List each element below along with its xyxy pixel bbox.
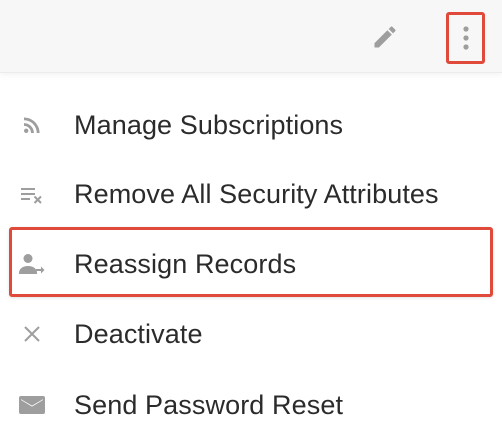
menu-item-label: Manage Subscriptions — [74, 109, 344, 140]
edit-button[interactable] — [366, 18, 404, 56]
more-actions-button[interactable] — [446, 12, 485, 64]
menu-item-deactivate[interactable]: Deactivate — [0, 306, 502, 362]
menu-item-label: Deactivate — [74, 318, 203, 349]
toolbar — [0, 0, 502, 72]
menu-item-remove-security-attributes[interactable]: Remove All Security Attributes — [0, 166, 502, 222]
mail-icon — [14, 387, 50, 423]
pencil-icon — [374, 26, 396, 48]
kebab-menu-icon — [462, 26, 469, 50]
menu-item-label: Remove All Security Attributes — [74, 178, 439, 209]
menu-item-label: Reassign Records — [74, 248, 297, 279]
close-icon — [14, 316, 50, 352]
menu-item-label: Send Password Reset — [74, 389, 344, 420]
menu-item-manage-subscriptions[interactable]: Manage Subscriptions — [0, 97, 502, 153]
menu-item-reassign-records[interactable]: Reassign Records — [0, 236, 502, 292]
actions-panel: Manage Subscriptions Remove All Security… — [0, 0, 502, 444]
rss-feed-icon — [14, 107, 50, 143]
menu-item-send-password-reset[interactable]: Send Password Reset — [0, 377, 502, 433]
clear-list-icon — [14, 176, 50, 212]
person-reassign-icon — [14, 246, 50, 282]
